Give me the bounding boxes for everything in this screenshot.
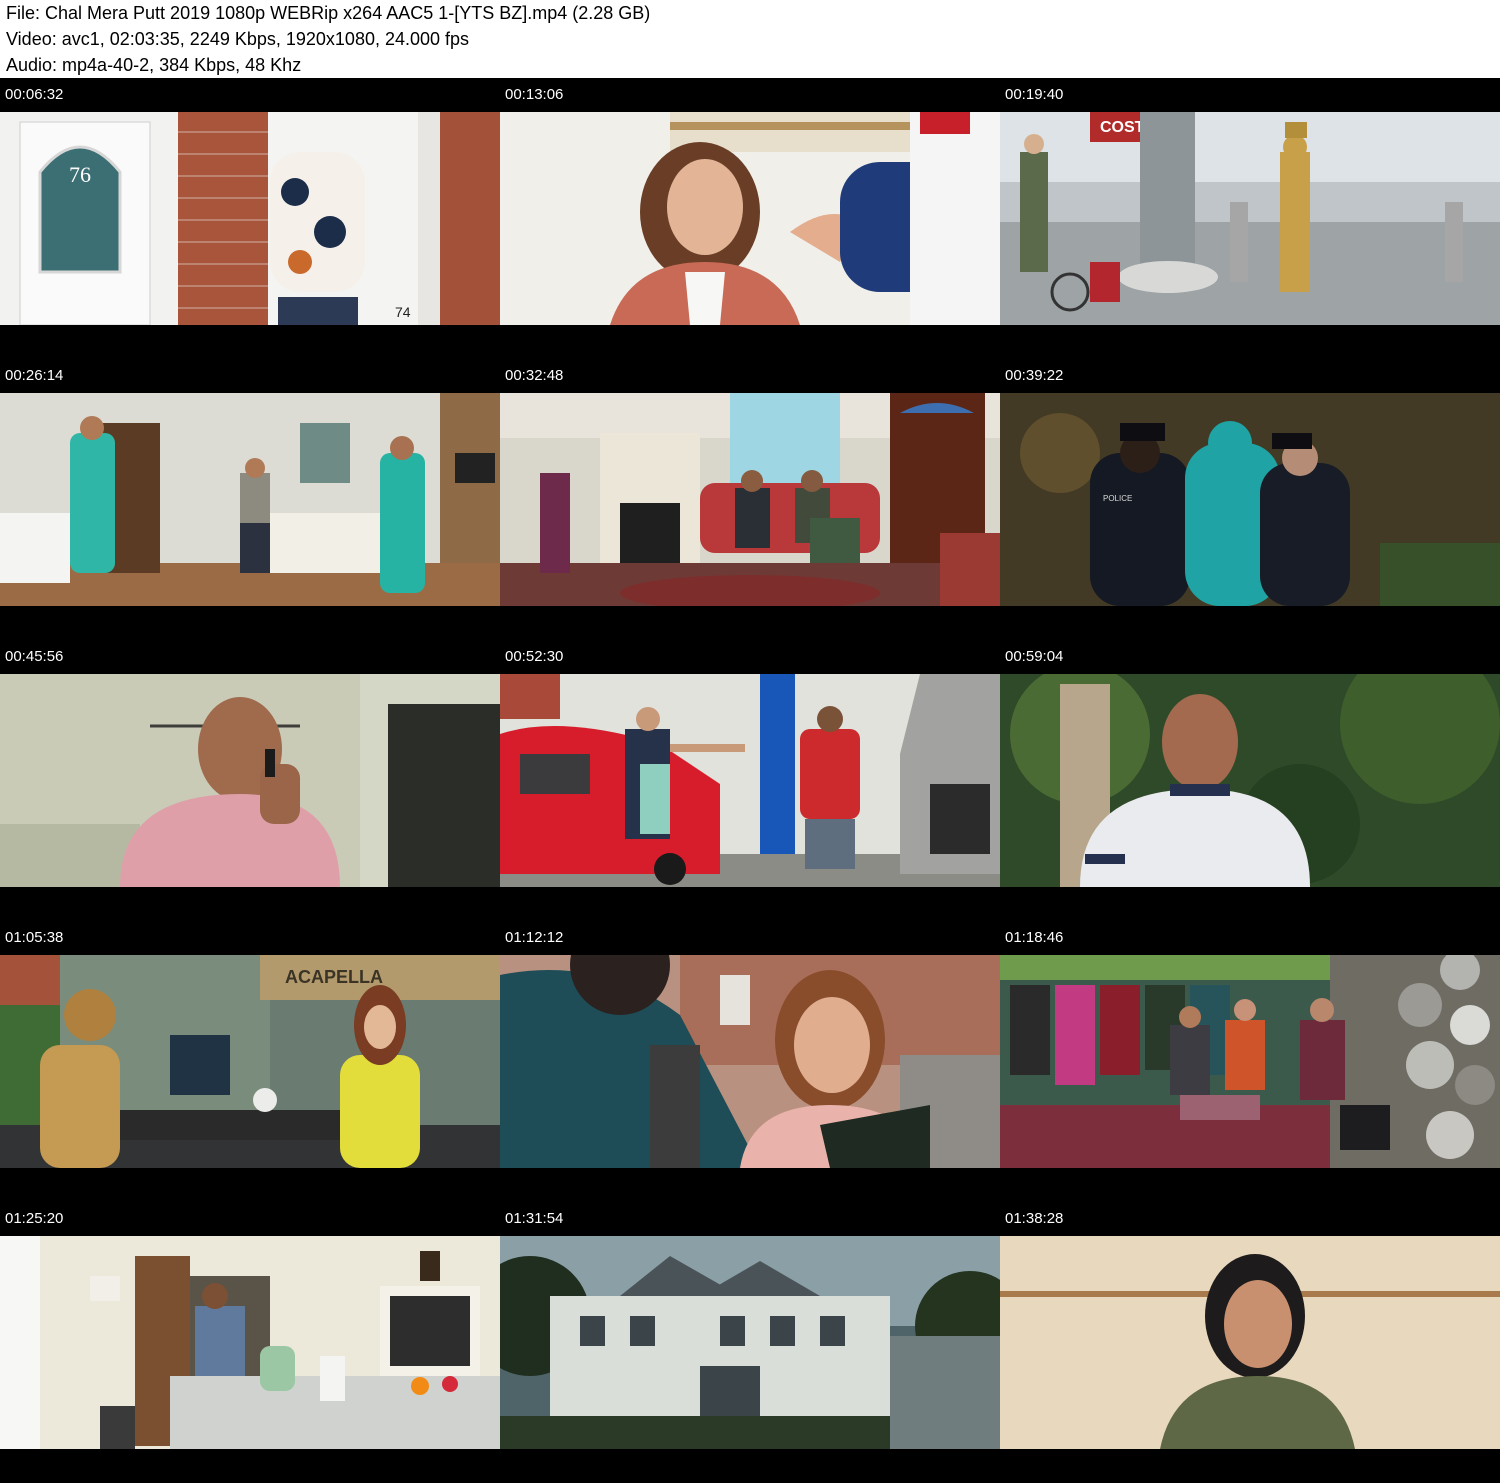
frame-police-night: POLICE: [1000, 393, 1500, 606]
frame-living-room: [0, 393, 500, 606]
video-info: Video: avc1, 02:03:35, 2249 Kbps, 1920x1…: [6, 29, 470, 49]
shop-sign: COST: [1100, 119, 1145, 136]
thumbnail-cell[interactable]: 00:52:30: [500, 640, 1000, 921]
timestamp: 00:59:04: [1005, 648, 1064, 665]
thumbnail-cell[interactable]: 01:31:54: [500, 1202, 1000, 1483]
frame-red-car: [500, 674, 1000, 887]
timestamp: 00:45:56: [5, 648, 64, 665]
frame-woman-on-bed: [500, 112, 1000, 325]
timestamp: 00:32:48: [505, 367, 564, 384]
thumbnail-cell[interactable]: 00:59:04: [1000, 640, 1500, 921]
frame-man-in-park: [1000, 674, 1500, 887]
audio-info: Audio: mp4a-40-2, 384 Kbps, 48 Khz: [6, 55, 302, 75]
timestamp: 01:18:46: [1005, 929, 1064, 946]
thumbnail-cell[interactable]: 01:12:12: [500, 921, 1000, 1202]
thumbnail-grid: 00:06:32 76 74 00:13:06 00:19:40 COST 00…: [0, 78, 1500, 1483]
timestamp: 00:26:14: [5, 367, 64, 384]
thumbnail-cell[interactable]: 01:25:20: [0, 1202, 500, 1483]
frame-front-door: 76 74: [0, 112, 500, 325]
thumbnail-cell[interactable]: 00:45:56: [0, 640, 500, 921]
thumbnail-cell[interactable]: 01:18:46: [1000, 921, 1500, 1202]
frame-kitchen: [0, 1236, 500, 1449]
timestamp: 00:19:40: [1005, 86, 1064, 103]
frame-man-on-phone: [0, 674, 500, 887]
frame-cafe: ACAPELLA: [0, 955, 500, 1168]
frame-smiling-woman: [500, 955, 1000, 1168]
timestamp: 01:31:54: [505, 1210, 564, 1227]
frame-street-statue: COST: [1000, 112, 1500, 325]
frame-clothing-shop: [1000, 955, 1500, 1168]
thumbnail-cell[interactable]: 00:26:14: [0, 359, 500, 640]
timestamp: 01:05:38: [5, 929, 64, 946]
frame-woman-close-up: [1000, 1236, 1500, 1449]
thumbnail-cell[interactable]: 00:39:22 POLICE: [1000, 359, 1500, 640]
thumbnail-cell[interactable]: 00:13:06: [500, 78, 1000, 359]
police-label: POLICE: [1103, 494, 1132, 503]
timestamp: 01:12:12: [505, 929, 564, 946]
info-header: File: Chal Mera Putt 2019 1080p WEBRip x…: [0, 0, 1500, 78]
frame-red-sofa: [500, 393, 1000, 606]
timestamp: 00:52:30: [505, 648, 564, 665]
file-info: File: Chal Mera Putt 2019 1080p WEBRip x…: [6, 3, 651, 23]
thumbnail-cell[interactable]: 01:05:38 ACAPELLA: [0, 921, 500, 1202]
timestamp: 00:39:22: [1005, 367, 1064, 384]
door-plate: 74: [395, 304, 411, 320]
thumbnail-cell[interactable]: 00:32:48: [500, 359, 1000, 640]
thumbnail-cell[interactable]: 00:06:32 76 74: [0, 78, 500, 359]
timestamp: 01:38:28: [1005, 1210, 1064, 1227]
door-number: 76: [69, 162, 91, 187]
timestamp: 00:06:32: [5, 86, 64, 103]
timestamp: 01:25:20: [5, 1210, 64, 1227]
thumbnail-cell[interactable]: 00:19:40 COST: [1000, 78, 1500, 359]
timestamp: 00:13:06: [505, 86, 564, 103]
cafe-sign: ACAPELLA: [285, 967, 383, 987]
frame-white-house: [500, 1236, 1000, 1449]
thumbnail-cell[interactable]: 01:38:28: [1000, 1202, 1500, 1483]
